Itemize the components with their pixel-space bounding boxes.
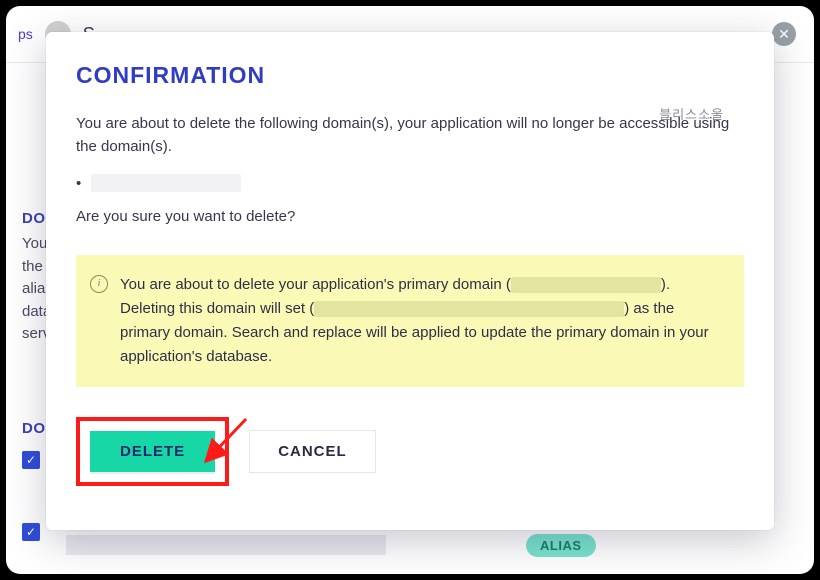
bg-row-1: ✓ xyxy=(22,451,46,469)
primary-domain-notice: i You are about to delete your applicati… xyxy=(76,255,744,387)
annotation-highlight-box: DELETE xyxy=(76,417,229,486)
info-icon: i xyxy=(90,275,108,293)
top-link[interactable]: ps xyxy=(18,26,33,42)
checkbox-icon[interactable]: ✓ xyxy=(22,523,40,541)
bg-paragraph: You the alias data server xyxy=(22,233,46,346)
bg-row-2: ✓ xyxy=(22,523,46,541)
page-viewport: ps S DOMAIN You the alias data server DO… xyxy=(6,6,814,574)
checkbox-icon[interactable]: ✓ xyxy=(22,451,40,469)
background-bottom-row: ALIAS xyxy=(66,530,794,560)
delete-button[interactable]: DELETE xyxy=(90,431,215,472)
notice-text-1: You are about to delete your application… xyxy=(120,276,511,293)
bg-heading-domains: DOMAINS xyxy=(22,420,46,437)
modal-title: CONFIRMATION xyxy=(76,62,744,89)
bg-heading-domain: DOMAIN xyxy=(22,210,46,227)
confirmation-modal: CONFIRMATION You are about to delete the… xyxy=(46,32,774,530)
redacted-new-primary-domain xyxy=(314,301,624,317)
cancel-button[interactable]: CANCEL xyxy=(249,430,376,473)
confirm-question: Are you sure you want to delete? xyxy=(76,206,744,229)
redacted-domain xyxy=(91,174,241,192)
close-icon[interactable]: ✕ xyxy=(772,22,796,46)
modal-intro-text: You are about to delete the following do… xyxy=(76,113,744,158)
redacted-primary-domain xyxy=(511,277,661,293)
redacted-domain-bar xyxy=(66,535,386,555)
watermark-text: 블리스소울 xyxy=(659,104,724,123)
alias-badge: ALIAS xyxy=(526,534,596,557)
modal-actions: DELETE CANCEL xyxy=(76,417,744,486)
background-left-column: DOMAIN You the alias data server DOMAINS… xyxy=(22,196,46,555)
domain-list-item: • xyxy=(76,174,744,192)
bullet-dot-icon: • xyxy=(76,175,81,192)
